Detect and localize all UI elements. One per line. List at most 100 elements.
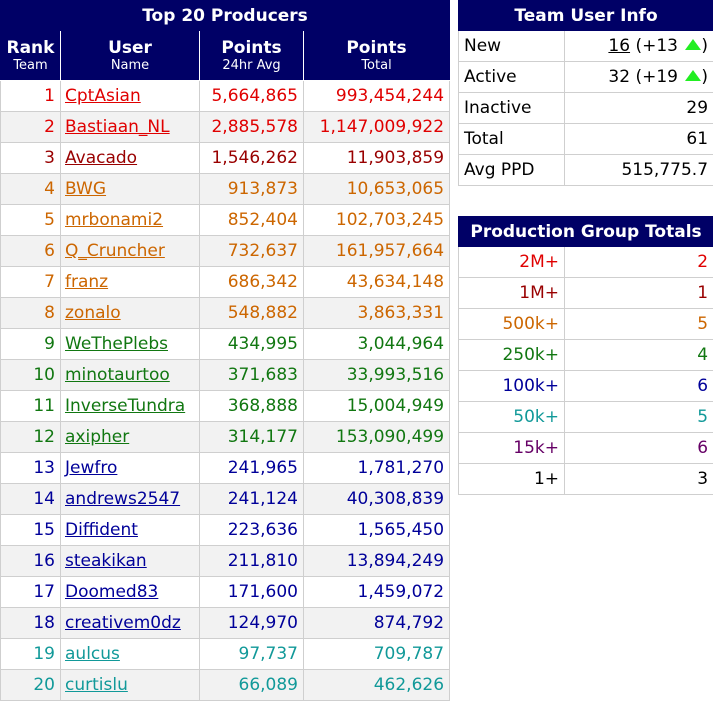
points-avg-cell: 368,888	[199, 390, 304, 422]
producers-body: 1 CptAsian 5,664,865 993,454,244 2 Bastiaan_N…	[0, 80, 451, 701]
rank-cell: 17	[0, 576, 61, 608]
user-link[interactable]: Jewfro	[65, 458, 117, 478]
column-header-sub: Team	[13, 57, 48, 73]
user-link[interactable]: curtislu	[65, 675, 128, 695]
team-info-row-total: Total 61	[458, 123, 713, 155]
points-avg-cell: 548,882	[199, 297, 304, 329]
user-link[interactable]: BWG	[65, 179, 106, 199]
column-header-points-avg[interactable]: Points 24hr Avg	[199, 30, 304, 81]
active-users-value: 32 (+19 )	[563, 61, 713, 93]
points-total-cell: 709,787	[302, 638, 451, 670]
producer-row: 4 BWG 913,873 10,653,065	[0, 173, 451, 205]
team-info-row-avg-ppd: Avg PPD 515,775.7	[458, 154, 713, 186]
group-row: 1+ 3	[458, 463, 713, 495]
rank-cell: 4	[0, 173, 61, 205]
user-link[interactable]: Bastiaan_NL	[65, 117, 170, 137]
group-count: 2	[563, 246, 713, 278]
new-users-link[interactable]: 16	[608, 36, 630, 56]
points-total-cell: 43,634,148	[302, 266, 451, 298]
team-info-row-inactive: Inactive 29	[458, 92, 713, 124]
points-avg-cell: 97,737	[199, 638, 304, 670]
producer-row: 20 curtislu 66,089 462,626	[0, 669, 451, 701]
points-avg-cell: 223,636	[199, 514, 304, 546]
user-cell: aulcus	[60, 638, 200, 670]
group-label: 1+	[458, 463, 565, 495]
group-count: 1	[563, 277, 713, 309]
producers-title: Top 20 Producers	[0, 0, 451, 31]
user-link[interactable]: axipher	[65, 427, 129, 447]
rank-cell: 20	[0, 669, 61, 701]
total-users-value: 61	[563, 123, 713, 155]
user-link[interactable]: creativem0dz	[65, 613, 181, 633]
team-info-title: Team User Info	[457, 0, 713, 31]
points-total-cell: 462,626	[302, 669, 451, 701]
column-header-points-total[interactable]: Points Total	[302, 30, 451, 81]
user-link[interactable]: CptAsian	[65, 86, 141, 106]
user-link[interactable]: minotaurtoo	[65, 365, 170, 385]
user-link[interactable]: Diffident	[65, 520, 138, 540]
rank-cell: 9	[0, 328, 61, 360]
user-cell: curtislu	[60, 669, 200, 701]
user-cell: InverseTundra	[60, 390, 200, 422]
rank-cell: 6	[0, 235, 61, 267]
points-avg-cell: 211,810	[199, 545, 304, 577]
column-header-user[interactable]: User Name	[60, 30, 200, 81]
producer-row: 17 Doomed83 171,600 1,459,072	[0, 576, 451, 608]
column-header-main: Points	[221, 37, 282, 58]
user-link[interactable]: aulcus	[65, 644, 120, 664]
producer-row: 16 steakikan 211,810 13,894,249	[0, 545, 451, 577]
points-total-cell: 3,044,964	[302, 328, 451, 360]
rank-cell: 15	[0, 514, 61, 546]
user-link[interactable]: andrews2547	[65, 489, 180, 509]
user-cell: Diffident	[60, 514, 200, 546]
active-users-delta: (+19	[635, 67, 678, 87]
producer-row: 1 CptAsian 5,664,865 993,454,244	[0, 80, 451, 112]
group-totals-body: 2M+ 2 1M+ 1 500k+ 5 250k+ 4 100k+ 6 50k+ 5 15k+ 6 1+ 3	[458, 246, 713, 495]
rank-cell: 18	[0, 607, 61, 639]
user-link[interactable]: steakikan	[65, 551, 147, 571]
points-total-cell: 33,993,516	[302, 359, 451, 391]
group-row: 1M+ 1	[458, 277, 713, 309]
points-avg-cell: 124,970	[199, 607, 304, 639]
points-avg-cell: 66,089	[199, 669, 304, 701]
rank-cell: 3	[0, 142, 61, 174]
rank-cell: 19	[0, 638, 61, 670]
group-totals-title: Production Group Totals	[457, 216, 713, 247]
group-label: 2M+	[458, 246, 565, 278]
producer-row: 10 minotaurtoo 371,683 33,993,516	[0, 359, 451, 391]
user-link[interactable]: zonalo	[65, 303, 121, 323]
user-link[interactable]: Avacado	[65, 148, 137, 168]
column-header-sub: Name	[110, 57, 150, 73]
up-triangle-icon	[685, 39, 702, 50]
delta-close: )	[701, 36, 709, 56]
column-header-rank[interactable]: Rank Team	[0, 30, 61, 81]
user-cell: axipher	[60, 421, 200, 453]
user-cell: minotaurtoo	[60, 359, 200, 391]
new-users-value: 16 (+13 )	[563, 30, 713, 62]
group-count: 3	[563, 463, 713, 495]
rank-cell: 11	[0, 390, 61, 422]
new-users-delta: (+13	[635, 36, 678, 56]
inactive-users-label: Inactive	[458, 92, 565, 124]
group-label: 500k+	[458, 308, 565, 340]
points-total-cell: 40,308,839	[302, 483, 451, 515]
producer-row: 7 franz 686,342 43,634,148	[0, 266, 451, 298]
inactive-users-value: 29	[563, 92, 713, 124]
points-avg-cell: 5,664,865	[199, 80, 304, 112]
user-link[interactable]: Q_Cruncher	[65, 241, 165, 261]
producer-row: 11 InverseTundra 368,888 15,004,949	[0, 390, 451, 422]
group-label: 15k+	[458, 432, 565, 464]
user-link[interactable]: WeThePlebs	[65, 334, 168, 354]
column-header-main: Rank	[6, 37, 55, 58]
user-link[interactable]: franz	[65, 272, 108, 292]
user-link[interactable]: mrbonami2	[65, 210, 163, 230]
user-link[interactable]: Doomed83	[65, 582, 158, 602]
points-total-cell: 993,454,244	[302, 80, 451, 112]
user-cell: andrews2547	[60, 483, 200, 515]
user-cell: zonalo	[60, 297, 200, 329]
points-total-cell: 3,863,331	[302, 297, 451, 329]
group-row: 500k+ 5	[458, 308, 713, 340]
points-total-cell: 874,792	[302, 607, 451, 639]
user-link[interactable]: InverseTundra	[65, 396, 185, 416]
producer-row: 18 creativem0dz 124,970 874,792	[0, 607, 451, 639]
